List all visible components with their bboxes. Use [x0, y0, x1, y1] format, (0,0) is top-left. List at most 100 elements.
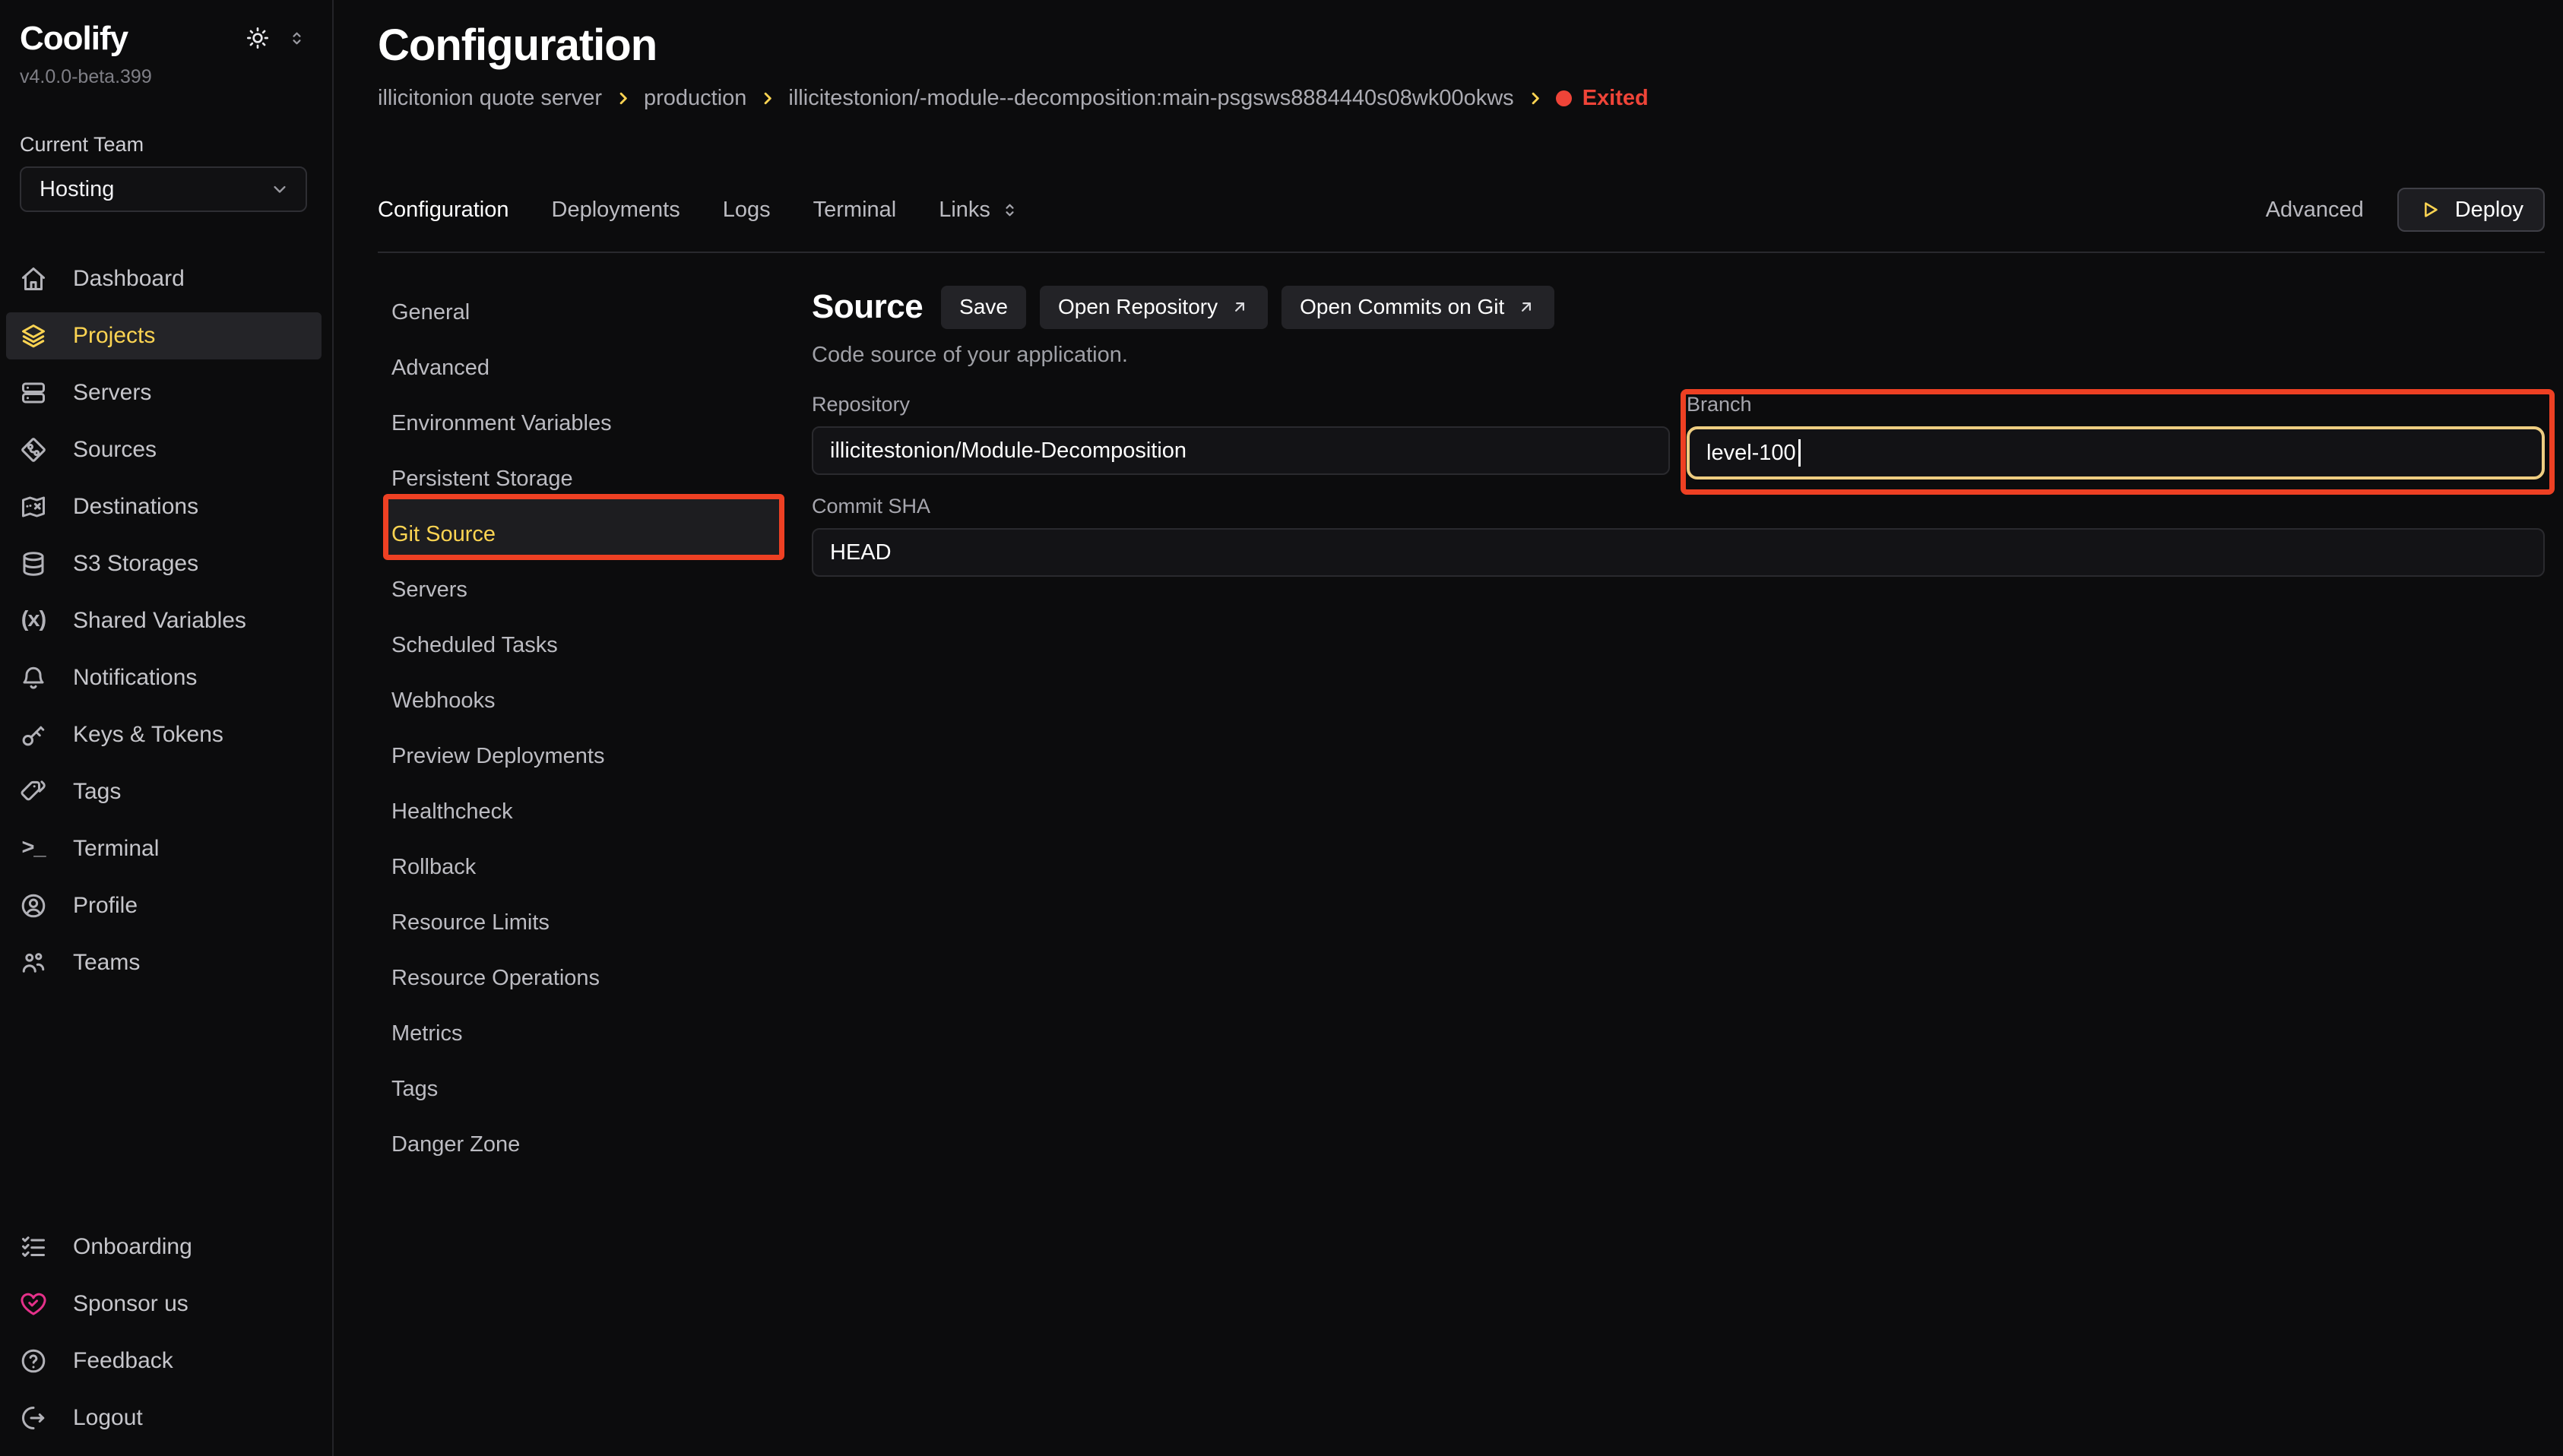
app-version: v4.0.0-beta.399	[20, 65, 307, 89]
subnav-item-tags[interactable]: Tags	[378, 1062, 792, 1117]
sidebar-item-sponsor-us[interactable]: Sponsor us	[6, 1280, 322, 1328]
current-team-label: Current Team	[20, 131, 307, 157]
sidebar-item-label: Tags	[73, 779, 121, 805]
tab-bar: Configuration Deployments Logs Terminal Link…	[378, 188, 2545, 253]
app-logo: Coolify	[20, 20, 128, 58]
subnav-item-git-source[interactable]: Git Source	[378, 507, 792, 562]
commit-sha-label: Commit SHA	[812, 493, 2545, 519]
page-title: Configuration	[378, 20, 2545, 71]
sidebar-item-label: Dashboard	[73, 266, 185, 292]
home-icon	[20, 265, 47, 293]
git-diamond-icon	[20, 436, 47, 464]
sidebar-item-label: Notifications	[73, 665, 197, 691]
subnav-item-resource-operations[interactable]: Resource Operations	[378, 951, 792, 1006]
sidebar-header: Coolify v4.0.0-beta.399 Current Team Hos…	[0, 0, 332, 212]
advanced-dropdown[interactable]: Advanced	[2266, 198, 2373, 223]
deploy-label: Deploy	[2455, 198, 2523, 223]
subnav-item-metrics[interactable]: Metrics	[378, 1006, 792, 1062]
subnav-item-servers[interactable]: Servers	[378, 562, 792, 618]
bell-icon	[20, 664, 47, 692]
database-icon	[20, 550, 47, 578]
subnav-item-advanced[interactable]: Advanced	[378, 340, 792, 396]
arrow-up-right-icon	[1230, 297, 1250, 317]
source-description: Code source of your application.	[812, 340, 2545, 370]
sidebar-item-projects[interactable]: Projects	[6, 312, 322, 359]
breadcrumb-item[interactable]: production	[644, 83, 746, 113]
team-select[interactable]: Hosting	[20, 166, 307, 212]
breadcrumb-separator-icon	[759, 90, 776, 107]
save-button[interactable]: Save	[941, 286, 1026, 329]
sidebar-item-label: Logout	[73, 1405, 143, 1431]
subnav-item-environment-variables[interactable]: Environment Variables	[378, 396, 792, 451]
server-icon	[20, 379, 47, 407]
subnav-item-danger-zone[interactable]: Danger Zone	[378, 1117, 792, 1173]
sidebar-item-label: Servers	[73, 380, 151, 406]
theme-chevrons-icon[interactable]	[287, 28, 307, 49]
subnav-item-general[interactable]: General	[378, 285, 792, 340]
sidebar-item-tags[interactable]: Tags	[6, 768, 322, 815]
sidebar-item-label: Destinations	[73, 494, 198, 520]
subnav-item-preview-deployments[interactable]: Preview Deployments	[378, 729, 792, 784]
map-icon	[20, 493, 47, 521]
sidebar-item-label: Terminal	[73, 836, 159, 862]
team-select-value: Hosting	[40, 177, 114, 202]
open-commits-button[interactable]: Open Commits on Git	[1282, 286, 1554, 329]
help-circle-icon	[20, 1347, 47, 1375]
sidebar-item-onboarding[interactable]: Onboarding	[6, 1223, 322, 1271]
sidebar-item-servers[interactable]: Servers	[6, 369, 322, 416]
sidebar-item-teams[interactable]: Teams	[6, 939, 322, 986]
breadcrumb-item[interactable]: illicitonion quote server	[378, 83, 602, 113]
breadcrumb-item[interactable]: illicitestonion/-module--decomposition:m…	[788, 83, 1513, 113]
open-repository-button[interactable]: Open Repository	[1040, 286, 1268, 329]
sidebar-footer-nav: Onboarding Sponsor us Feedback Logout	[0, 1219, 332, 1456]
subnav-item-webhooks[interactable]: Webhooks	[378, 673, 792, 729]
repository-input[interactable]: illicitestonion/Module-Decomposition	[812, 426, 1670, 475]
tab-logs[interactable]: Logs	[723, 195, 771, 225]
commit-sha-input[interactable]: HEAD	[812, 528, 2545, 577]
tab-deployments[interactable]: Deployments	[552, 195, 680, 225]
users-icon	[20, 949, 47, 976]
tab-links[interactable]: Links	[939, 195, 1020, 225]
commit-sha-field: Commit SHA HEAD	[812, 493, 2545, 577]
branch-input[interactable]: level-100	[1687, 426, 2545, 480]
source-form: Repository illicitestonion/Module-Decomp…	[812, 391, 2545, 577]
sidebar-item-sources[interactable]: Sources	[6, 426, 322, 473]
logout-icon	[20, 1404, 47, 1432]
advanced-label: Advanced	[2266, 198, 2364, 223]
status-label: Exited	[1582, 83, 1649, 113]
sidebar-item-feedback[interactable]: Feedback	[6, 1337, 322, 1385]
sidebar-item-dashboard[interactable]: Dashboard	[6, 255, 322, 302]
sidebar-item-label: Shared Variables	[73, 608, 246, 634]
chevron-down-icon	[269, 179, 290, 200]
theme-sun-icon[interactable]	[246, 26, 270, 50]
sidebar-item-notifications[interactable]: Notifications	[6, 654, 322, 701]
sidebar-item-label: Onboarding	[73, 1234, 192, 1260]
play-icon	[2419, 198, 2441, 221]
breadcrumb: illicitonion quote server production illic…	[378, 83, 2545, 113]
sidebar-item-label: Feedback	[73, 1348, 173, 1374]
sidebar-item-terminal[interactable]: >_Terminal	[6, 825, 322, 872]
subnav-item-resource-limits[interactable]: Resource Limits	[378, 895, 792, 951]
sidebar-item-logout[interactable]: Logout	[6, 1394, 322, 1442]
subnav-item-healthcheck[interactable]: Healthcheck	[378, 784, 792, 840]
sidebar-item-label: Profile	[73, 893, 138, 919]
sidebar-item-label: Teams	[73, 950, 140, 976]
subnav-item-scheduled-tasks[interactable]: Scheduled Tasks	[378, 618, 792, 673]
sidebar-nav: Dashboard Projects Servers Sources Destinati…	[0, 251, 332, 992]
sidebar-item-label: Sponsor us	[73, 1291, 189, 1317]
deploy-button[interactable]: Deploy	[2397, 188, 2545, 232]
subnav-item-rollback[interactable]: Rollback	[378, 840, 792, 895]
breadcrumb-separator-icon	[1526, 90, 1544, 107]
sidebar-item-profile[interactable]: Profile	[6, 882, 322, 929]
source-heading: Source	[812, 288, 923, 326]
tab-configuration[interactable]: Configuration	[378, 195, 509, 225]
sidebar-item-destinations[interactable]: Destinations	[6, 483, 322, 530]
git-source-panel: Source Save Open Repository Open Commits…	[792, 285, 2545, 1456]
sidebar-item-keys-tokens[interactable]: Keys & Tokens	[6, 711, 322, 758]
tab-terminal[interactable]: Terminal	[813, 195, 897, 225]
tags-icon	[20, 778, 47, 806]
sidebar-item-shared-variables[interactable]: (x)Shared Variables	[6, 597, 322, 644]
repository-field: Repository illicitestonion/Module-Decomp…	[812, 391, 1670, 480]
sidebar-item-s3-storages[interactable]: S3 Storages	[6, 540, 322, 587]
heart-icon	[20, 1290, 47, 1318]
